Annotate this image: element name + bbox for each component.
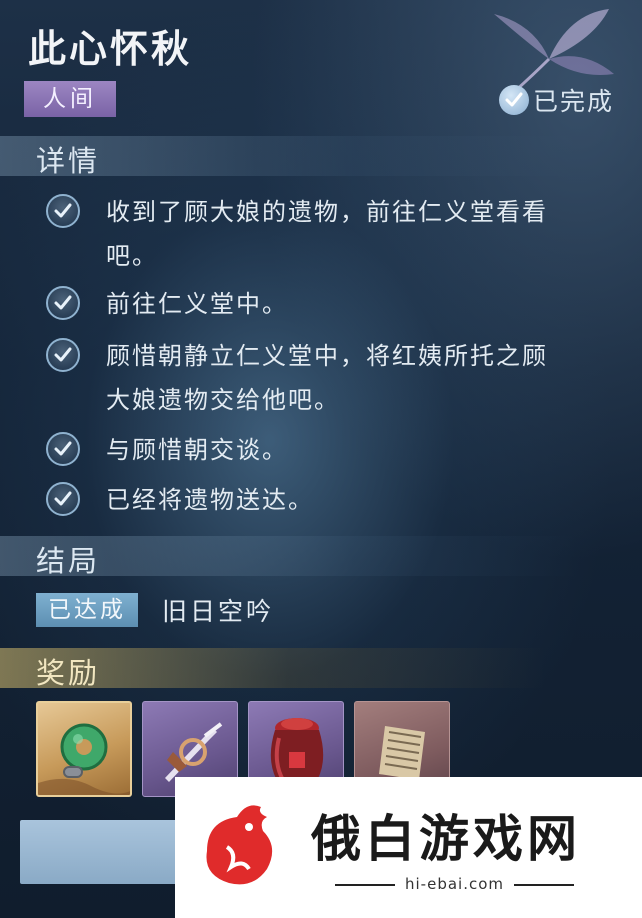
reward-heading: 奖励 xyxy=(36,656,101,690)
completed-check-icon xyxy=(498,85,529,115)
task-text: 已经将遗物送达。 xyxy=(106,486,314,514)
task-item: 收到了顾大娘的遗物，前往仁义堂看看 吧。 xyxy=(46,190,626,280)
quest-category-tag: 人间 xyxy=(24,81,116,117)
reward-section-header: 奖励 xyxy=(0,648,642,690)
quest-detail-panel: 此心怀秋 人间 已完成 详情 收到了顾大娘的遗物，前往仁义堂看看 吧。 前往仁义… xyxy=(0,0,642,918)
ending-name: 旧日空吟 xyxy=(162,597,275,626)
ending-heading: 结局 xyxy=(36,544,101,578)
task-text: 顾惜朝静立仁义堂中，将红姨所托之顾 大娘遗物交给他吧。 xyxy=(106,342,548,414)
watermark-url: hi-ebai.com xyxy=(334,875,575,893)
task-check-icon xyxy=(46,338,80,372)
task-check-icon xyxy=(46,286,80,320)
task-item: 前往仁义堂中。 xyxy=(46,282,626,326)
details-heading: 详情 xyxy=(36,144,101,178)
quest-title: 此心怀秋 xyxy=(28,27,193,71)
task-check-icon xyxy=(46,194,80,228)
task-item: 顾惜朝静立仁义堂中，将红姨所托之顾 大娘遗物交给他吧。 xyxy=(46,334,626,424)
task-text: 与顾惜朝交谈。 xyxy=(106,436,288,464)
details-section-header: 详情 xyxy=(0,136,642,178)
task-check-icon xyxy=(46,432,80,466)
ending-section-header: 结局 xyxy=(0,536,642,578)
status-label: 已完成 xyxy=(532,87,614,116)
task-item: 与顾惜朝交谈。 xyxy=(46,428,626,472)
watermark-site-name: 俄白游戏网 xyxy=(311,810,581,868)
reward-slot[interactable] xyxy=(36,701,132,797)
task-item: 已经将遗物送达。 xyxy=(46,478,626,522)
ending-achieved-badge: 已达成 xyxy=(36,593,138,627)
quest-status: 已完成 xyxy=(498,82,614,118)
task-text: 前往仁义堂中。 xyxy=(106,290,288,318)
watermark-banner: 俄白游戏网 hi-ebai.com xyxy=(175,777,642,918)
task-text: 收到了顾大娘的遗物，前往仁义堂看看 吧。 xyxy=(106,198,548,270)
butterfly-emblem-icon xyxy=(494,9,614,94)
jade-pendant-icon xyxy=(38,723,130,795)
task-check-icon xyxy=(46,482,80,516)
rooster-logo-icon xyxy=(206,805,273,885)
